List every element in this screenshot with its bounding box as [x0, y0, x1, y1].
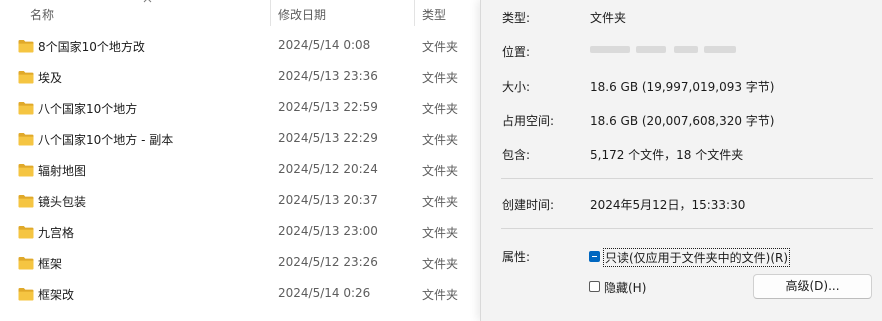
folder-icon	[18, 133, 34, 146]
file-name: 九宫格	[38, 226, 75, 240]
column-divider[interactable]	[270, 0, 271, 26]
column-header-name[interactable]: 名称	[30, 6, 54, 23]
file-row[interactable]: 九宫格 2024/5/13 23:00 文件夹	[0, 217, 480, 248]
folder-icon	[18, 102, 34, 115]
hidden-checkbox-label[interactable]: 隐藏(H)	[604, 279, 646, 296]
size-value: 18.6 GB (19,997,019,093 字节)	[590, 80, 775, 94]
file-row[interactable]: 八个国家10个地方 2024/5/13 22:59 文件夹	[0, 93, 480, 124]
file-date: 2024/5/13 22:29	[278, 131, 378, 145]
divider	[501, 228, 873, 229]
folder-icon	[18, 226, 34, 239]
attributes-label: 属性:	[502, 250, 531, 264]
screen: 名称 修改日期 类型 8个国家10个地方改 2024/5/14 0:08 文件夹 埃及…	[0, 0, 882, 321]
file-date: 2024/5/14 0:08	[278, 38, 371, 52]
file-name: 八个国家10个地方	[38, 102, 138, 116]
column-header-type[interactable]: 类型	[422, 6, 446, 23]
file-name: 辐射地图	[38, 164, 87, 178]
file-explorer-list: 名称 修改日期 类型 8个国家10个地方改 2024/5/14 0:08 文件夹 埃及…	[0, 0, 480, 321]
file-row[interactable]: 框架改 2024/5/14 0:26 文件夹	[0, 279, 480, 310]
disk-size-label: 占用空间:	[502, 114, 555, 128]
file-list: 8个国家10个地方改 2024/5/14 0:08 文件夹 埃及 2024/5/13 2…	[0, 31, 480, 310]
disk-size-value: 18.6 GB (20,007,608,320 字节)	[590, 114, 775, 128]
file-date: 2024/5/13 20:37	[278, 193, 378, 207]
file-name: 框架改	[38, 288, 75, 302]
created-value: 2024年5月12日，15:33:30	[590, 198, 746, 212]
file-type: 文件夹	[422, 257, 459, 271]
advanced-button[interactable]: 高级(D)...	[753, 274, 872, 299]
file-date: 2024/5/12 20:24	[278, 162, 378, 176]
file-type: 文件夹	[422, 288, 459, 302]
file-name: 镜头包装	[38, 195, 87, 209]
file-name: 8个国家10个地方改	[38, 40, 145, 54]
file-name: 八个国家10个地方 - 副本	[38, 133, 174, 147]
chevron-up-icon[interactable]	[143, 0, 152, 5]
hidden-checkbox[interactable]	[589, 281, 600, 292]
folder-icon	[18, 71, 34, 84]
file-type: 文件夹	[422, 226, 459, 240]
file-row[interactable]: 八个国家10个地方 - 副本 2024/5/13 22:29 文件夹	[0, 124, 480, 155]
readonly-checkbox[interactable]	[589, 251, 600, 262]
file-type: 文件夹	[422, 164, 459, 178]
file-name: 框架	[38, 257, 63, 271]
file-row[interactable]: 框架 2024/5/12 23:26 文件夹	[0, 248, 480, 279]
file-row[interactable]: 8个国家10个地方改 2024/5/14 0:08 文件夹	[0, 31, 480, 62]
file-date: 2024/5/13 22:59	[278, 100, 378, 114]
file-date: 2024/5/13 23:36	[278, 69, 378, 83]
folder-icon	[18, 195, 34, 208]
file-type: 文件夹	[422, 40, 459, 54]
folder-icon	[18, 40, 34, 53]
file-type: 文件夹	[422, 133, 459, 147]
file-type: 文件夹	[422, 102, 459, 116]
column-divider[interactable]	[414, 0, 415, 26]
file-row[interactable]: 埃及 2024/5/13 23:36 文件夹	[0, 62, 480, 93]
file-date: 2024/5/12 23:26	[278, 255, 378, 269]
folder-icon	[18, 164, 34, 177]
column-header-bar: 名称 修改日期 类型	[0, 0, 480, 28]
folder-icon	[18, 257, 34, 270]
location-value-redacted	[590, 43, 736, 56]
readonly-checkbox-label[interactable]: 只读(仅应用于文件夹中的文件)(R)	[602, 248, 791, 267]
file-name: 埃及	[38, 71, 63, 85]
created-label: 创建时间:	[502, 198, 555, 212]
size-label: 大小:	[502, 80, 531, 94]
location-label: 位置:	[502, 45, 531, 59]
file-date: 2024/5/14 0:26	[278, 286, 371, 300]
divider	[501, 178, 873, 179]
type-value: 文件夹	[590, 11, 627, 25]
contains-value: 5,172 个文件，18 个文件夹	[590, 148, 744, 162]
type-label: 类型:	[502, 11, 531, 25]
file-date: 2024/5/13 23:00	[278, 224, 378, 238]
file-row[interactable]: 辐射地图 2024/5/12 20:24 文件夹	[0, 155, 480, 186]
column-header-date[interactable]: 修改日期	[278, 6, 326, 23]
properties-dialog: 类型: 文件夹 位置: 大小: 18.6 GB (19,997,019,093 …	[480, 0, 882, 321]
file-type: 文件夹	[422, 71, 459, 85]
folder-icon	[18, 288, 34, 301]
contains-label: 包含:	[502, 148, 531, 162]
file-type: 文件夹	[422, 195, 459, 209]
file-row[interactable]: 镜头包装 2024/5/13 20:37 文件夹	[0, 186, 480, 217]
